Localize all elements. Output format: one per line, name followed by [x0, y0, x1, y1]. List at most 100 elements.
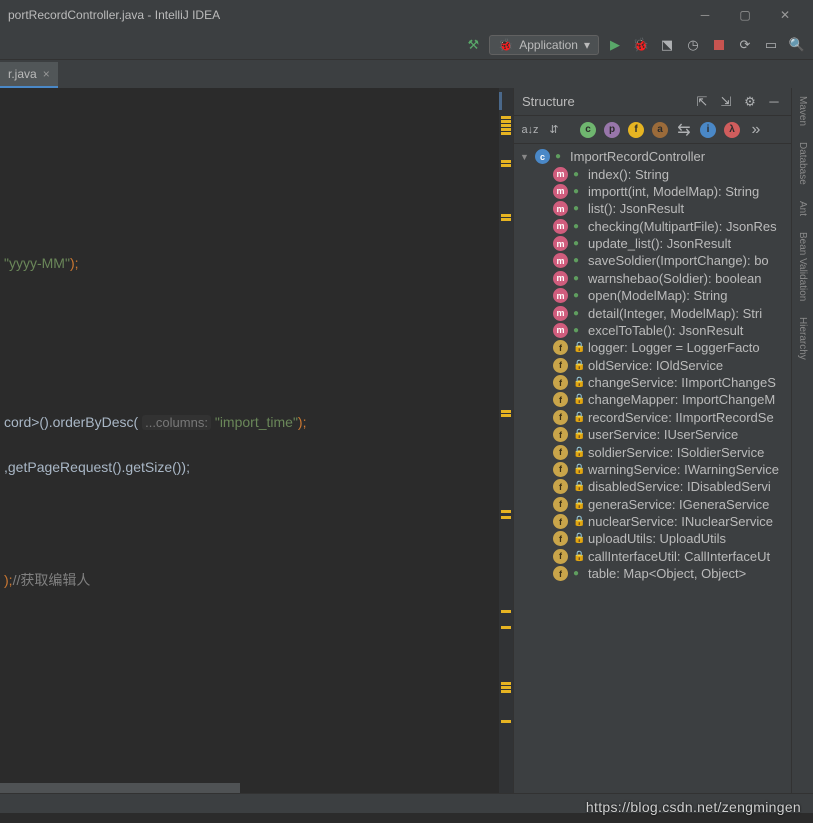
collapse-icon[interactable]: ⇲ [717, 94, 735, 110]
structure-tree[interactable]: ▼ c ● ImportRecordController m●index(): … [514, 144, 791, 793]
tree-item[interactable]: m●importt(int, ModelMap): String [514, 183, 791, 200]
search-everywhere-icon[interactable]: 🔍 [787, 35, 807, 55]
item-label: callInterfaceUtil: CallInterfaceUt [588, 549, 770, 564]
run-config-selector[interactable]: 🐞 Application ▾ [489, 35, 599, 55]
field-icon: f [553, 566, 568, 581]
horizontal-scrollbar[interactable] [0, 783, 240, 793]
tree-item[interactable]: f🔒generaService: IGeneraService [514, 496, 791, 513]
toolwin-hierarchy[interactable]: Hierarchy [795, 309, 810, 368]
method-icon: m [553, 201, 568, 216]
tree-item[interactable]: f🔒callInterfaceUtil: CallInterfaceUt [514, 548, 791, 565]
update-button[interactable]: ⟳ [735, 35, 755, 55]
minimize-button[interactable]: ─ [685, 0, 725, 30]
marker-gutter[interactable] [499, 88, 513, 793]
item-label: userService: IUserService [588, 427, 738, 442]
filter-field-icon[interactable]: f [626, 120, 646, 140]
tree-item[interactable]: f🔒oldService: IOldService [514, 357, 791, 374]
structure-header: Structure ⇱ ⇲ ⚙ ─ [514, 88, 791, 116]
tree-item[interactable]: m●checking(MultipartFile): JsonRes [514, 218, 791, 235]
tree-item[interactable]: f🔒logger: Logger = LoggerFacto [514, 339, 791, 356]
root-label: ImportRecordController [570, 149, 705, 164]
tree-item[interactable]: f🔒userService: IUserService [514, 426, 791, 443]
tree-item[interactable]: f🔒nuclearService: INuclearService [514, 513, 791, 530]
window-title: portRecordController.java - IntelliJ IDE… [8, 8, 685, 22]
tree-item[interactable]: m●list(): JsonResult [514, 200, 791, 217]
lock-icon: 🔒 [573, 551, 583, 562]
tree-item[interactable]: f🔒recordService: IImportRecordSe [514, 409, 791, 426]
chevron-down-icon[interactable]: ▼ [520, 152, 530, 162]
tree-item[interactable]: m●saveSoldier(ImportChange): bo [514, 252, 791, 269]
method-icon: m [553, 236, 568, 251]
tree-root[interactable]: ▼ c ● ImportRecordController [514, 148, 791, 165]
maximize-button[interactable]: ▢ [725, 0, 765, 30]
lock-icon: 🔒 [573, 412, 583, 423]
item-label: changeMapper: ImportChangeM [588, 392, 775, 407]
filter-anon-icon[interactable]: a [650, 120, 670, 140]
filter-lambda-icon[interactable]: λ [722, 120, 742, 140]
coverage-button[interactable]: ⬔ [657, 35, 677, 55]
ide-layout-icon[interactable]: ▭ [761, 35, 781, 55]
main-toolbar: ⚒ 🐞 Application ▾ ▶ 🐞 ⬔ ◷ ⟳ ▭ 🔍 [0, 30, 813, 60]
lock-icon: 🔒 [573, 447, 583, 458]
expand-icon[interactable]: ⇱ [693, 94, 711, 110]
tree-item[interactable]: m●open(ModelMap): String [514, 287, 791, 304]
code-content[interactable]: "yyyy-MM"); cord>().orderByDesc( ...colu… [0, 88, 499, 793]
sort-alpha-icon[interactable]: a↓z [520, 120, 540, 140]
toolwin-maven[interactable]: Maven [795, 88, 810, 134]
hide-icon[interactable]: ─ [765, 94, 783, 109]
item-label: recordService: IImportRecordSe [588, 410, 774, 425]
item-label: changeService: IImportChangeS [588, 375, 776, 390]
more-icon[interactable]: » [746, 120, 766, 140]
toolwin-bean-validation[interactable]: Bean Validation [795, 224, 810, 309]
tree-item[interactable]: m ● warnshebao(Soldier): boolean [514, 270, 791, 287]
run-button[interactable]: ▶ [605, 35, 625, 55]
tree-item[interactable]: m●detail(Integer, ModelMap): Stri [514, 304, 791, 321]
field-icon: f [553, 514, 568, 529]
tree-item[interactable]: f🔒warningService: IWarningService [514, 461, 791, 478]
tree-item[interactable]: f🔒soldierService: ISoldierService [514, 443, 791, 460]
filter-class-icon[interactable]: c [578, 120, 598, 140]
lock-icon: 🔒 [573, 342, 583, 353]
field-icon: f [553, 392, 568, 407]
item-label: saveSoldier(ImportChange): bo [588, 253, 769, 268]
tree-item[interactable]: f●table: Map<Object, Object> [514, 565, 791, 582]
class-icon: c [535, 149, 550, 164]
public-icon: ● [555, 151, 565, 162]
editor[interactable]: "yyyy-MM"); cord>().orderByDesc( ...colu… [0, 88, 513, 793]
item-label: open(ModelMap): String [588, 288, 727, 303]
public-icon: ● [573, 238, 583, 249]
stop-button[interactable] [709, 35, 729, 55]
sort-visibility-icon[interactable]: ⇵ [544, 120, 564, 140]
hammer-icon[interactable]: ⚒ [463, 35, 483, 55]
filter-property-icon[interactable]: p [602, 120, 622, 140]
field-icon: f [553, 445, 568, 460]
tree-item[interactable]: m●excelToTable(): JsonResult [514, 322, 791, 339]
lock-icon: 🔒 [573, 377, 583, 388]
public-icon: ● [573, 273, 583, 284]
gear-icon[interactable]: ⚙ [741, 94, 759, 110]
profile-button[interactable]: ◷ [683, 35, 703, 55]
tree-item[interactable]: m●index(): String [514, 165, 791, 182]
close-button[interactable]: ✕ [765, 0, 805, 30]
lock-icon: 🔒 [573, 394, 583, 405]
editor-tab[interactable]: r.java × [0, 62, 58, 88]
public-icon: ● [573, 568, 583, 579]
debug-button[interactable]: 🐞 [631, 35, 651, 55]
close-icon[interactable]: × [43, 67, 50, 81]
item-label: warnshebao(Soldier): boolean [588, 271, 761, 286]
method-icon: m [553, 271, 568, 286]
filter-interface-icon[interactable]: i [698, 120, 718, 140]
tree-item[interactable]: m●update_list(): JsonResult [514, 235, 791, 252]
public-icon: ● [573, 325, 583, 336]
item-label: checking(MultipartFile): JsonRes [588, 219, 777, 234]
item-label: detail(Integer, ModelMap): Stri [588, 306, 762, 321]
tree-item[interactable]: f🔒disabledService: IDisabledServi [514, 478, 791, 495]
toolwin-database[interactable]: Database [795, 134, 810, 193]
tree-item[interactable]: f🔒uploadUtils: UploadUtils [514, 530, 791, 547]
toolwin-ant[interactable]: Ant [795, 193, 810, 224]
tree-item[interactable]: f🔒changeService: IImportChangeS [514, 374, 791, 391]
lock-icon: 🔒 [573, 516, 583, 527]
watermark: https://blog.csdn.net/zengmingen [586, 799, 801, 815]
filter-inherited-icon[interactable]: ⇆ [674, 120, 694, 140]
tree-item[interactable]: f 🔒 changeMapper: ImportChangeM [514, 391, 791, 408]
